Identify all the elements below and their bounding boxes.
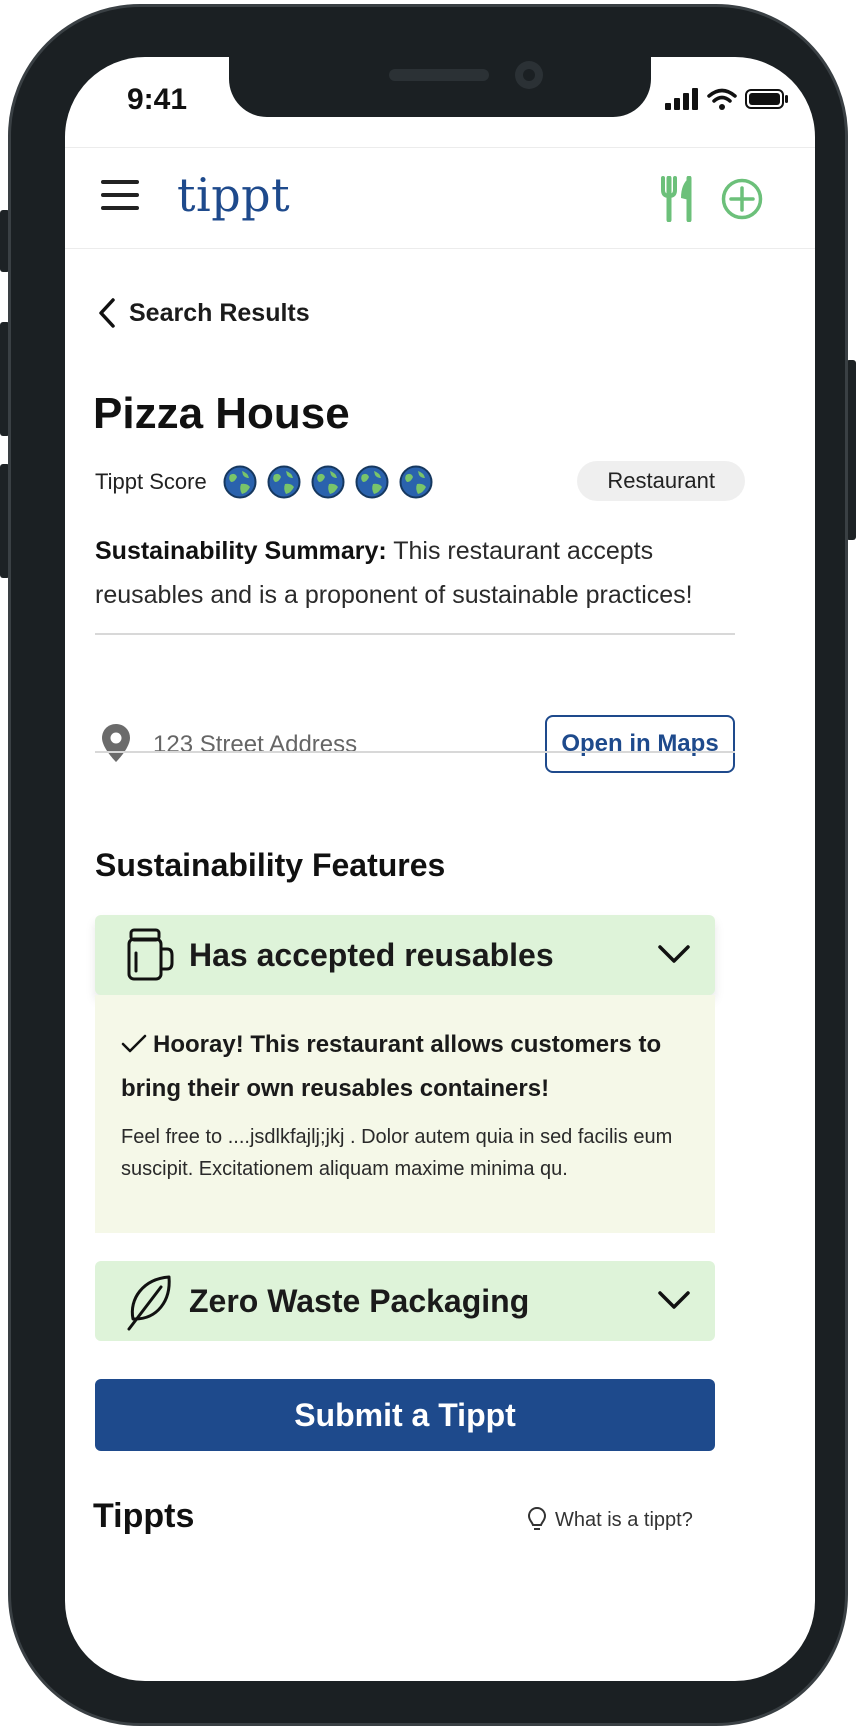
what-is-a-tippt-link[interactable]: What is a tippt? <box>527 1505 693 1535</box>
feature-accordion-reusables[interactable]: Has accepted reusables <box>95 915 715 995</box>
signal-icon <box>665 88 698 110</box>
score-row: Tippt Score Restaurant <box>95 461 745 503</box>
front-camera <box>515 61 543 89</box>
wifi-icon <box>707 88 737 110</box>
chevron-left-icon <box>99 298 115 328</box>
feature-body-heading-text: Hooray! This restaurant allows customers… <box>121 1031 662 1102</box>
feature-accordion-body: Hooray! This restaurant allows customers… <box>95 995 715 1233</box>
battery-icon <box>745 89 788 109</box>
lightbulb-icon <box>527 1506 547 1530</box>
globe-icon <box>399 465 433 499</box>
map-pin-icon <box>102 724 130 762</box>
feature-title: Zero Waste Packaging <box>189 1283 530 1319</box>
sustainability-summary: Sustainability Summary: This restaurant … <box>95 529 735 617</box>
back-link-label: Search Results <box>129 298 310 327</box>
open-in-maps-button[interactable]: Open in Maps <box>545 715 735 773</box>
speaker <box>389 69 489 81</box>
add-circle-icon[interactable] <box>721 178 763 220</box>
phone-screen: 9:41 tippt Search Results Pizza House Ti… <box>65 57 815 1681</box>
back-to-search-results[interactable]: Search Results <box>97 293 310 333</box>
chevron-down-icon[interactable] <box>657 943 691 965</box>
category-badge: Restaurant <box>577 461 745 501</box>
phone-device: 9:41 tippt Search Results Pizza House Ti… <box>0 0 858 1732</box>
status-time: 9:41 <box>127 83 188 116</box>
features-heading: Sustainability Features <box>95 847 446 883</box>
address-row: 123 Street Address Open in Maps <box>95 709 735 779</box>
score-label: Tippt Score <box>95 469 207 494</box>
utensils-icon[interactable] <box>659 176 697 222</box>
mug-icon <box>127 928 174 981</box>
globe-icon <box>223 465 257 499</box>
feature-accordion-zero-waste[interactable]: Zero Waste Packaging <box>95 1261 715 1341</box>
check-icon <box>121 1034 147 1053</box>
feature-body-text: Feel free to ....jsdlkfajlj;jkj . Dolor … <box>121 1126 673 1180</box>
chevron-down-icon[interactable] <box>657 1289 691 1311</box>
tippts-heading: Tippts <box>93 1497 195 1535</box>
feature-body-heading: Hooray! This restaurant allows customers… <box>121 1023 691 1111</box>
globe-icon <box>355 465 389 499</box>
app-bar: tippt <box>65 147 815 249</box>
notch <box>229 57 651 117</box>
submit-tippt-button[interactable]: Submit a Tippt <box>95 1379 715 1451</box>
status-icons <box>665 87 789 111</box>
what-is-a-tippt-label: What is a tippt? <box>555 1508 693 1531</box>
app-logo[interactable]: tippt <box>177 168 290 222</box>
place-name: Pizza House <box>93 389 350 438</box>
divider <box>95 751 735 753</box>
address-text: 123 Street Address <box>153 731 358 758</box>
feature-title: Has accepted reusables <box>189 937 554 973</box>
phone-frame: 9:41 tippt Search Results Pizza House Ti… <box>8 4 848 1726</box>
globe-icon <box>311 465 345 499</box>
globe-icon <box>267 465 301 499</box>
summary-label: Sustainability Summary: <box>95 537 387 565</box>
leaf-icon <box>127 1275 171 1331</box>
hamburger-menu-icon[interactable] <box>101 180 139 214</box>
divider <box>95 633 735 635</box>
